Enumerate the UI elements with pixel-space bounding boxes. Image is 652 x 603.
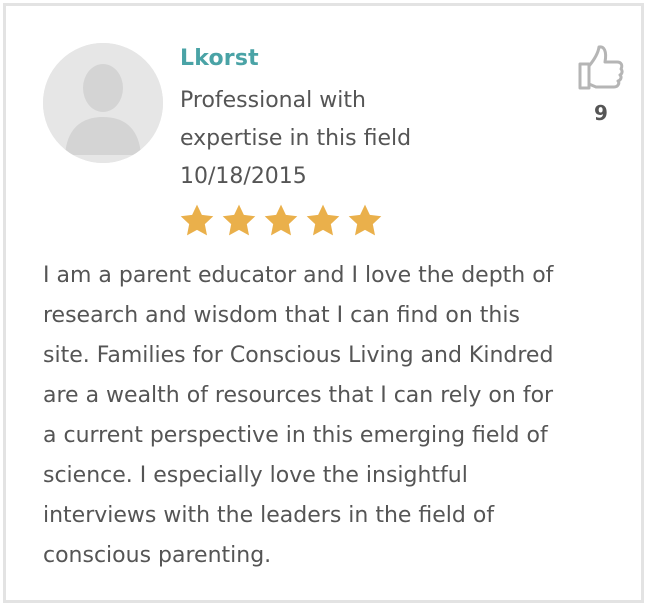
credential-line: expertise in this field	[180, 126, 412, 151]
review-text: I am a parent educator and I love the de…	[43, 256, 628, 576]
reviewer-meta: Professional with expertise in this fiel…	[180, 82, 480, 196]
review-line: site. Families for Conscious Living and …	[43, 343, 554, 368]
star-rating	[178, 203, 384, 239]
like-count: 9	[594, 101, 608, 125]
star-icon	[220, 203, 258, 239]
review-line: a current perspective in this emerging f…	[43, 423, 548, 448]
avatar	[43, 43, 163, 163]
reviewer-name[interactable]: Lkorst	[180, 46, 259, 71]
review-line: research and wisdom that I can find on t…	[43, 303, 520, 328]
review-line: conscious parenting.	[43, 543, 272, 568]
review-date: 10/18/2015	[180, 164, 307, 189]
star-icon	[262, 203, 300, 239]
default-user-avatar-icon	[43, 43, 163, 163]
star-icon	[178, 203, 216, 239]
review-line: are a wealth of resources that I can rel…	[43, 383, 554, 408]
thumbs-up-icon	[578, 45, 624, 90]
review-line: I am a parent educator and I love the de…	[43, 263, 554, 288]
credential-line: Professional with	[180, 88, 366, 113]
star-icon	[304, 203, 342, 239]
review-card: Lkorst Professional with expertise in th…	[3, 3, 644, 603]
star-icon	[346, 203, 384, 239]
review-line: interviews with the leaders in the field…	[43, 503, 495, 528]
review-line: science. I especially love the insightfu…	[43, 463, 468, 488]
like-button[interactable]	[576, 42, 626, 92]
